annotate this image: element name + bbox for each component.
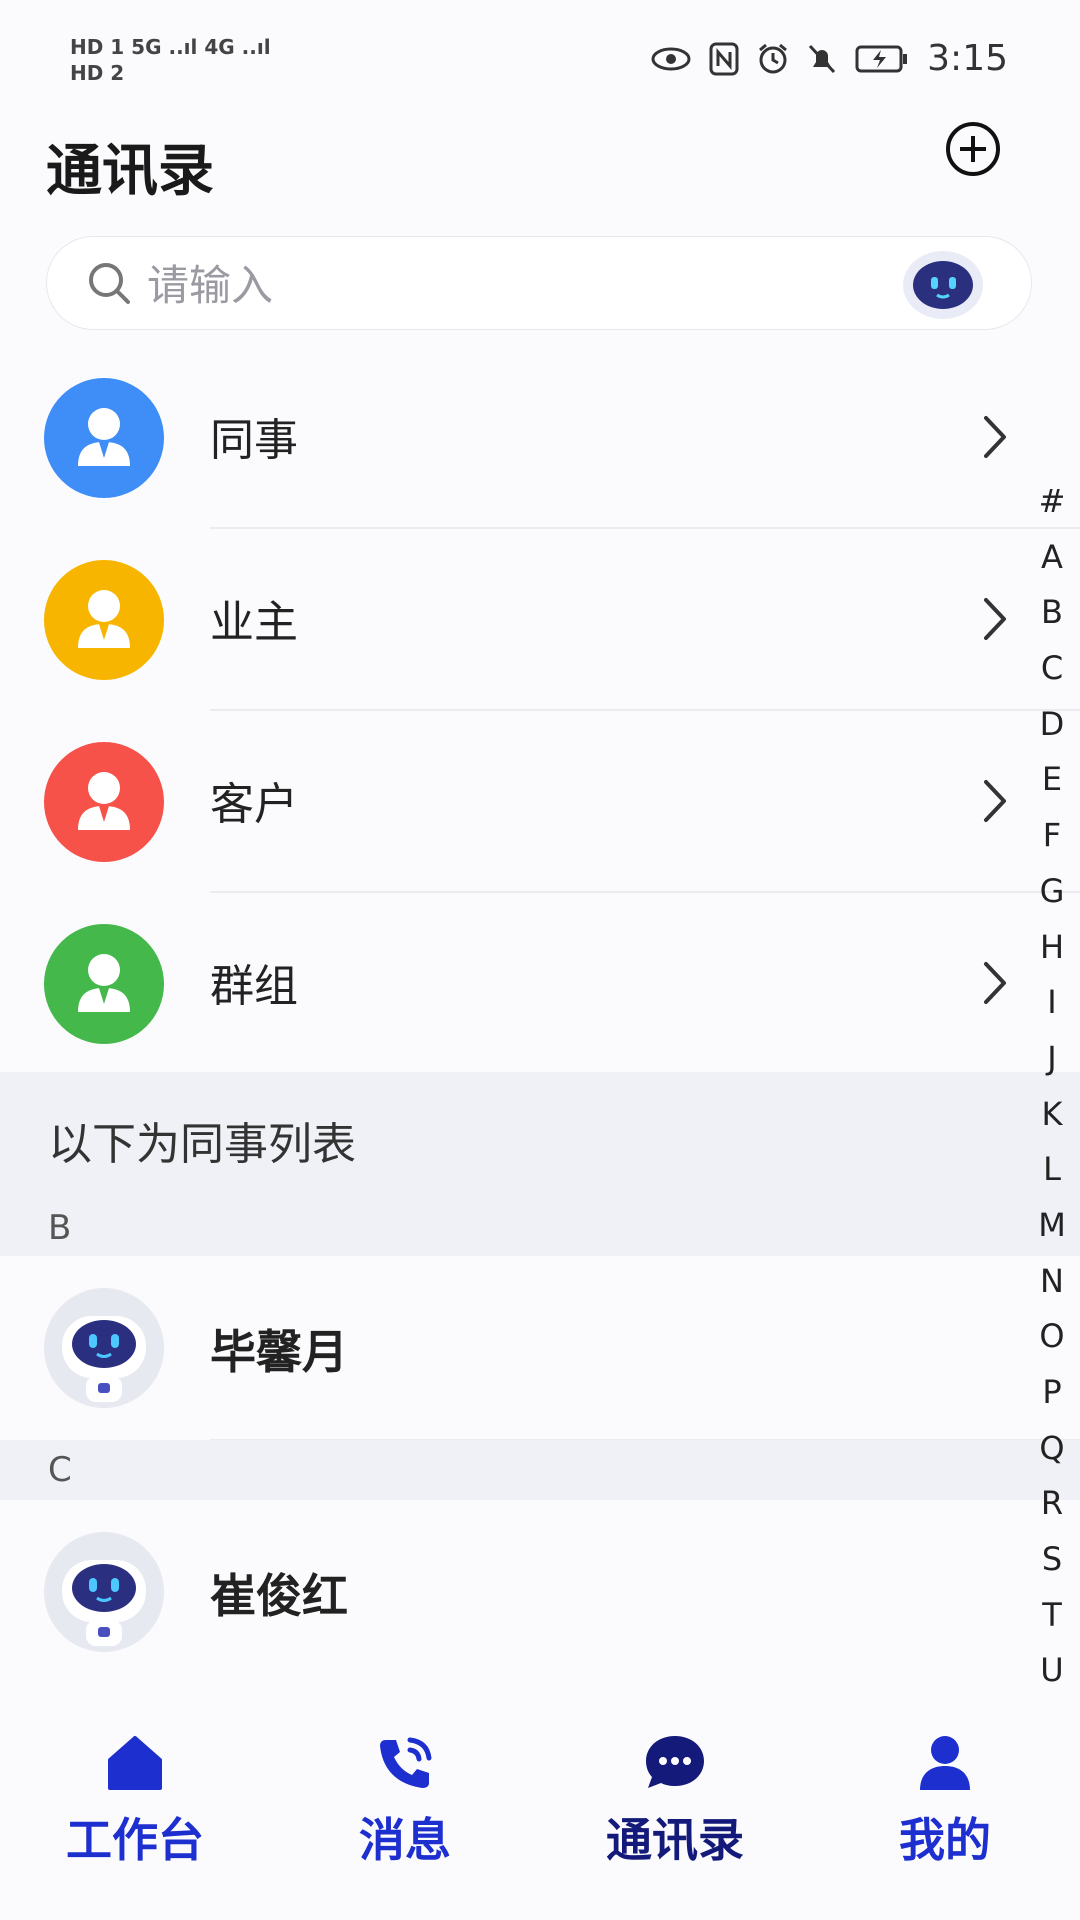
robot-avatar-icon — [62, 1560, 146, 1646]
index-letter[interactable]: L — [1043, 1142, 1061, 1198]
nav-messages[interactable]: 消息 — [270, 1730, 540, 1880]
signal-line-1: HD 1 5G ..ıl 4G ..ıl — [70, 35, 271, 59]
index-letter[interactable]: S — [1042, 1532, 1062, 1588]
index-letter[interactable]: A — [1041, 530, 1063, 586]
bell-mute-icon — [809, 44, 836, 73]
avatar — [44, 1532, 164, 1652]
category-avatar — [44, 924, 164, 1044]
index-letter[interactable]: T — [1042, 1588, 1062, 1644]
person-icon — [78, 954, 130, 1012]
nav-me[interactable]: 我的 — [810, 1730, 1080, 1880]
index-letter[interactable]: Q — [1039, 1421, 1064, 1477]
nav-label: 工作台 — [66, 1813, 204, 1867]
chat-bubble-icon — [646, 1736, 704, 1788]
index-letter[interactable]: C — [1041, 641, 1063, 697]
nav-contacts[interactable]: 通讯录 — [540, 1730, 810, 1880]
category-avatar — [44, 560, 164, 680]
category-row[interactable]: 业主 — [0, 528, 1080, 710]
page-title: 通讯录 — [46, 139, 214, 204]
person-icon — [78, 772, 130, 830]
person-icon — [78, 408, 130, 466]
robot-avatar-icon — [62, 1316, 146, 1402]
status-icons: 3:15 — [651, 38, 1008, 79]
chevron-right-icon — [984, 416, 1006, 458]
group-letter: B — [48, 1208, 72, 1248]
eye-icon — [651, 47, 691, 70]
home-icon — [108, 1736, 162, 1790]
clock: 3:15 — [927, 38, 1008, 79]
nav-workbench[interactable]: 工作台 — [0, 1730, 270, 1880]
index-letter[interactable]: D — [1040, 697, 1065, 753]
nav-label: 消息 — [359, 1813, 451, 1867]
nav-label: 通讯录 — [606, 1813, 744, 1867]
category-label: 群组 — [210, 961, 298, 1012]
index-letter[interactable]: M — [1038, 1198, 1066, 1254]
category-avatar — [44, 378, 164, 498]
user-icon — [920, 1736, 970, 1790]
chevron-right-icon — [984, 780, 1006, 822]
search-bar[interactable] — [46, 236, 1032, 330]
category-label: 同事 — [210, 415, 298, 466]
index-letter[interactable]: F — [1043, 808, 1061, 864]
group-letter: C — [48, 1450, 72, 1490]
battery-charging-icon — [855, 45, 908, 72]
category-row[interactable]: 客户 — [0, 710, 1080, 892]
alphabet-index[interactable]: # A B C D E F G H I J K L M N O P Q R S T U — [1032, 474, 1072, 1699]
nav-label: 我的 — [899, 1813, 991, 1867]
index-letter[interactable]: E — [1042, 752, 1062, 808]
nfc-icon — [709, 42, 739, 75]
contact-row[interactable]: 崔俊红 — [0, 1500, 1080, 1684]
bottom-nav: 工作台 消息 通讯录 我的 — [0, 1700, 1080, 1920]
index-letter[interactable]: I — [1047, 975, 1056, 1031]
category-label: 业主 — [210, 597, 298, 648]
person-icon — [78, 590, 130, 648]
chevron-right-icon — [984, 962, 1006, 1004]
contact-name: 毕馨月 — [210, 1325, 348, 1379]
index-letter[interactable]: B — [1041, 585, 1063, 641]
index-letter[interactable]: U — [1040, 1643, 1063, 1699]
group-letter-bar — [0, 1440, 1080, 1500]
index-letter[interactable]: R — [1041, 1476, 1063, 1532]
index-letter[interactable]: K — [1042, 1087, 1063, 1143]
category-label: 客户 — [210, 779, 298, 830]
contact-row[interactable]: 毕馨月 — [0, 1256, 1080, 1440]
category-row[interactable]: 同事 — [0, 346, 1080, 528]
chevron-right-icon — [984, 598, 1006, 640]
category-row[interactable]: 群组 — [0, 892, 1080, 1074]
signal-line-2: HD 2 — [70, 61, 125, 85]
robot-assistant-icon[interactable] — [893, 245, 993, 323]
signal-indicators: HD 1 5G ..ıl 4G ..ıl HD 2 — [70, 34, 271, 86]
index-letter[interactable]: P — [1042, 1365, 1061, 1421]
index-letter[interactable]: O — [1039, 1309, 1064, 1365]
section-title: 以下为同事列表 — [48, 1119, 356, 1170]
search-input[interactable] — [145, 249, 869, 321]
index-letter[interactable]: # — [1039, 474, 1066, 530]
status-bar: HD 1 5G ..ıl 4G ..ıl HD 2 3:15 — [0, 0, 1080, 110]
alarm-icon — [759, 43, 788, 73]
index-letter[interactable]: G — [1040, 864, 1065, 920]
phone-call-icon — [380, 1737, 432, 1788]
contact-name: 崔俊红 — [210, 1569, 348, 1623]
index-letter[interactable]: H — [1040, 920, 1064, 976]
plus-circle-icon[interactable] — [944, 120, 1002, 178]
index-letter[interactable]: J — [1047, 1031, 1056, 1087]
category-avatar — [44, 742, 164, 862]
avatar — [44, 1288, 164, 1408]
index-letter[interactable]: N — [1040, 1254, 1064, 1310]
search-icon — [89, 263, 130, 304]
